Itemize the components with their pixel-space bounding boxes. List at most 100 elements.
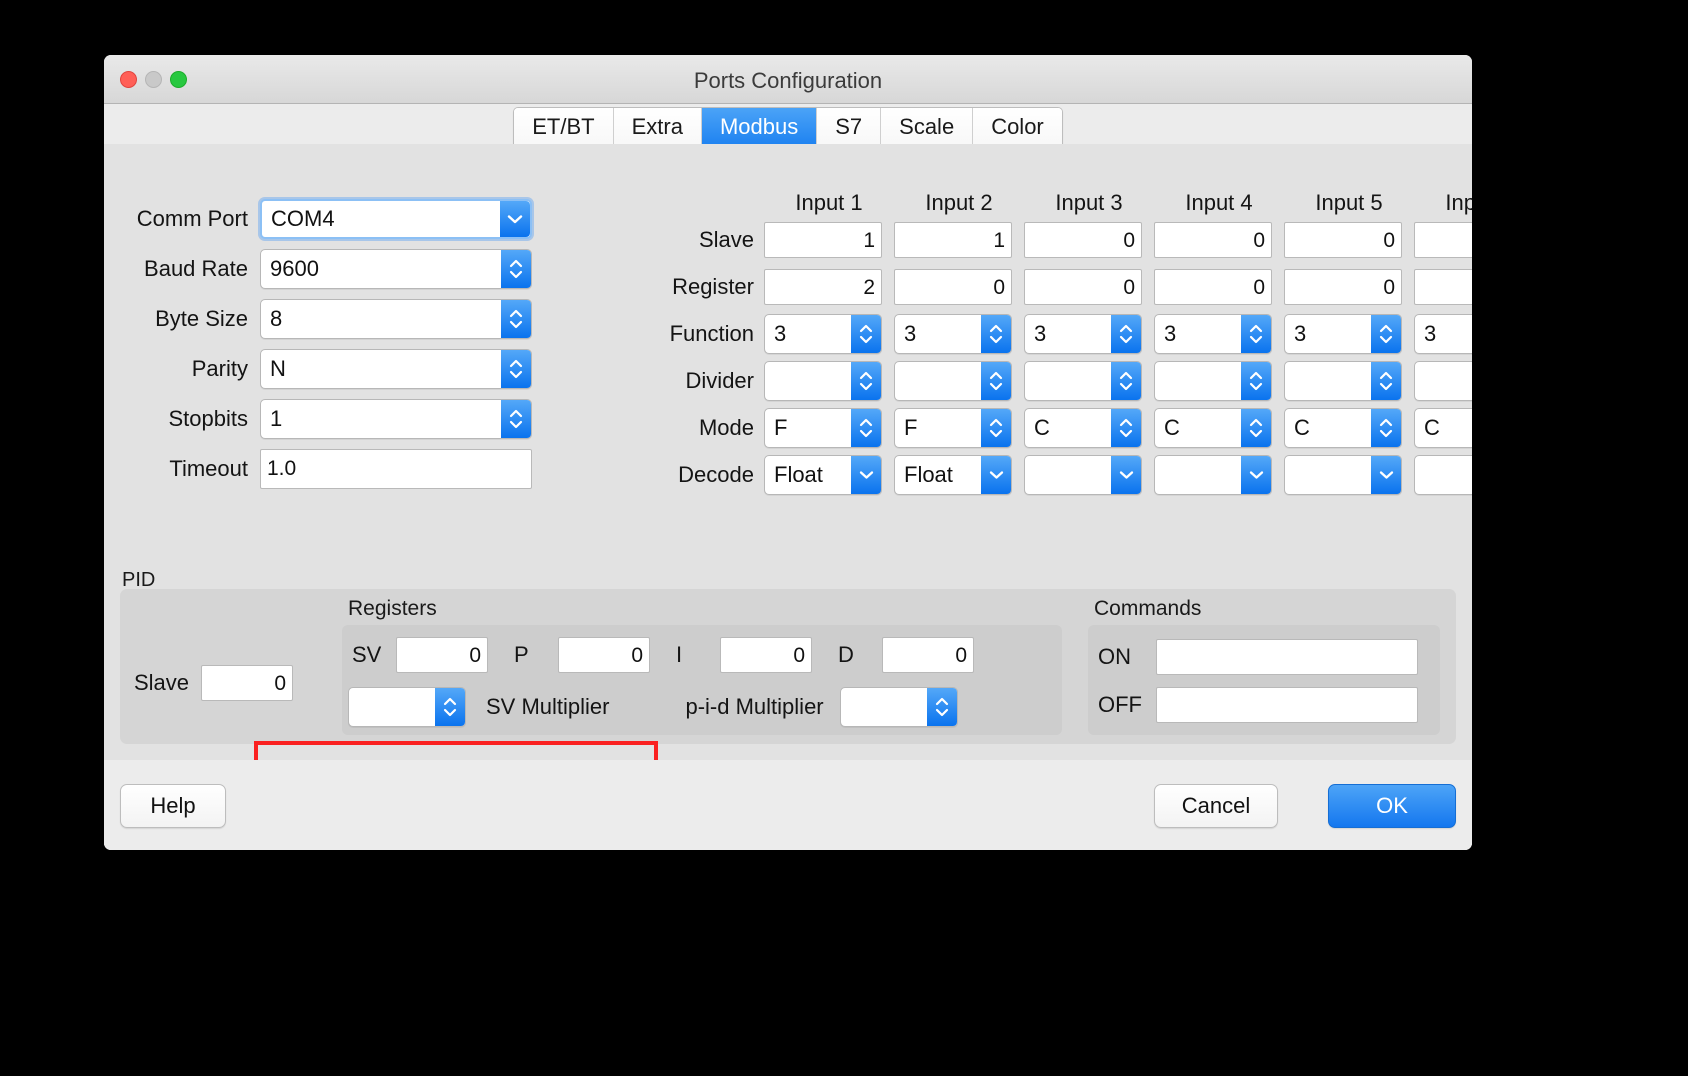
comm-port-label: Comm Port — [136, 206, 248, 231]
row-label-divider: Divider — [685, 367, 754, 393]
pid-slave-input[interactable]: 0 — [201, 665, 294, 701]
function-stepper-4[interactable]: 3 — [1154, 313, 1272, 354]
sv-input[interactable]: 0 — [396, 637, 488, 673]
slave-input-1[interactable]: 1 — [764, 221, 882, 258]
decode-select-3[interactable] — [1024, 454, 1142, 495]
pid-registers-section: Registers SV 0 P 0 I 0 D 0 SV Multiplier… — [342, 589, 1062, 744]
mode-stepper-2[interactable]: F — [894, 407, 1012, 448]
divider-stepper-2[interactable] — [894, 360, 1012, 401]
help-button[interactable]: Help — [120, 784, 226, 828]
command-on-input[interactable] — [1156, 639, 1418, 675]
byte-size-stepper[interactable]: 8 — [260, 299, 532, 339]
timeout-input[interactable]: 1.0 — [260, 449, 532, 489]
tab-modbus[interactable]: Modbus — [701, 108, 818, 148]
mode-stepper-5[interactable]: C — [1284, 407, 1402, 448]
function-value-4: 3 — [1164, 320, 1177, 346]
slave-input-4[interactable]: 0 — [1154, 221, 1272, 258]
tab-scale[interactable]: Scale — [881, 108, 974, 148]
stepper-arrows-icon[interactable] — [1241, 361, 1271, 400]
stepper-arrows-icon[interactable] — [501, 300, 531, 338]
mode-stepper-6[interactable]: C — [1414, 407, 1472, 448]
stepper-arrows-icon[interactable] — [501, 250, 531, 288]
stepper-arrows-icon[interactable] — [1111, 408, 1141, 447]
function-stepper-5[interactable]: 3 — [1284, 313, 1402, 354]
function-value-3: 3 — [1034, 320, 1047, 346]
function-stepper-6[interactable]: 3 — [1414, 313, 1472, 354]
register-input-6[interactable]: 0 — [1414, 268, 1472, 305]
stepper-arrows-icon[interactable] — [501, 400, 531, 438]
register-input-4[interactable]: 0 — [1154, 268, 1272, 305]
function-stepper-1[interactable]: 3 — [764, 313, 882, 354]
mode-stepper-4[interactable]: C — [1154, 407, 1272, 448]
parity-stepper[interactable]: N — [260, 349, 532, 389]
stepper-arrows-icon[interactable] — [981, 408, 1011, 447]
ok-button[interactable]: OK — [1328, 784, 1456, 828]
p-input[interactable]: 0 — [558, 637, 650, 673]
register-input-1[interactable]: 2 — [764, 268, 882, 305]
decode-select-1[interactable]: Float — [764, 454, 882, 495]
i-input[interactable]: 0 — [720, 637, 812, 673]
divider-stepper-1[interactable] — [764, 360, 882, 401]
row-slave: Slave 1 1 0 0 0 0 — [644, 216, 1472, 263]
stopbits-stepper[interactable]: 1 — [260, 399, 532, 439]
divider-stepper-4[interactable] — [1154, 360, 1272, 401]
tab-extra[interactable]: Extra — [613, 108, 702, 148]
parity-label: Parity — [191, 356, 248, 381]
cancel-button[interactable]: Cancel — [1154, 784, 1278, 828]
stepper-arrows-icon[interactable] — [926, 688, 957, 726]
stepper-arrows-icon[interactable] — [1111, 314, 1141, 353]
stepper-arrows-icon[interactable] — [1111, 361, 1141, 400]
stepper-arrows-icon[interactable] — [851, 408, 881, 447]
function-stepper-3[interactable]: 3 — [1024, 313, 1142, 354]
inputs-grid: Input 1 Input 2 Input 3 Input 4 Input 5 … — [644, 190, 1472, 498]
stepper-arrows-icon[interactable] — [851, 361, 881, 400]
stepper-arrows-icon[interactable] — [501, 350, 531, 388]
pid-multiplier-label: p-i-d Multiplier — [685, 694, 824, 719]
tab-etbt[interactable]: ET/BT — [514, 108, 614, 148]
slave-input-5[interactable]: 0 — [1284, 221, 1402, 258]
register-input-2[interactable]: 0 — [894, 268, 1012, 305]
command-off-input[interactable] — [1156, 687, 1418, 723]
comm-port-select[interactable]: COM4 — [260, 199, 532, 239]
mode-stepper-3[interactable]: C — [1024, 407, 1142, 448]
chevron-down-icon — [851, 455, 881, 494]
stepper-arrows-icon[interactable] — [1371, 408, 1401, 447]
stepper-arrows-icon[interactable] — [1241, 408, 1271, 447]
pid-slave-label: Slave — [134, 670, 190, 695]
mode-stepper-1[interactable]: F — [764, 407, 882, 448]
stepper-arrows-icon[interactable] — [1241, 314, 1271, 353]
register-input-3[interactable]: 0 — [1024, 268, 1142, 305]
slave-input-3[interactable]: 0 — [1024, 221, 1142, 258]
decode-select-2[interactable]: Float — [894, 454, 1012, 495]
decode-select-4[interactable] — [1154, 454, 1272, 495]
decode-select-6[interactable] — [1414, 454, 1472, 495]
chevron-down-icon — [1241, 455, 1271, 494]
stepper-arrows-icon[interactable] — [851, 314, 881, 353]
divider-stepper-5[interactable] — [1284, 360, 1402, 401]
slave-input-2[interactable]: 1 — [894, 221, 1012, 258]
command-off-row: OFF — [1098, 687, 1418, 723]
function-stepper-2[interactable]: 3 — [894, 313, 1012, 354]
divider-stepper-3[interactable] — [1024, 360, 1142, 401]
sv-multiplier-stepper[interactable] — [348, 687, 466, 727]
register-input-5[interactable]: 0 — [1284, 268, 1402, 305]
tab-color[interactable]: Color — [973, 108, 1062, 148]
stepper-arrows-icon[interactable] — [981, 361, 1011, 400]
stepper-arrows-icon[interactable] — [1371, 361, 1401, 400]
baud-rate-stepper[interactable]: 9600 — [260, 249, 532, 289]
divider-stepper-6[interactable] — [1414, 360, 1472, 401]
pid-registers-box: SV 0 P 0 I 0 D 0 SV Multiplier p-i-d Mul… — [342, 625, 1062, 735]
stepper-arrows-icon[interactable] — [981, 314, 1011, 353]
d-input[interactable]: 0 — [882, 637, 974, 673]
stepper-arrows-icon[interactable] — [1371, 314, 1401, 353]
column-header-input-2: Input 2 — [925, 190, 993, 215]
serial-settings-form: Comm Port COM4 Baud Rate 9600 Byte Size … — [120, 194, 550, 494]
pid-multiplier-stepper[interactable] — [839, 687, 958, 727]
stepper-arrows-icon[interactable] — [435, 688, 465, 726]
slave-input-6[interactable]: 0 — [1414, 221, 1472, 258]
pid-registers-row: SV 0 P 0 I 0 D 0 — [352, 637, 1000, 673]
stopbits-label: Stopbits — [168, 406, 249, 431]
tab-s7[interactable]: S7 — [817, 108, 882, 148]
row-divider: Divider — [644, 357, 1472, 404]
decode-select-5[interactable] — [1284, 454, 1402, 495]
